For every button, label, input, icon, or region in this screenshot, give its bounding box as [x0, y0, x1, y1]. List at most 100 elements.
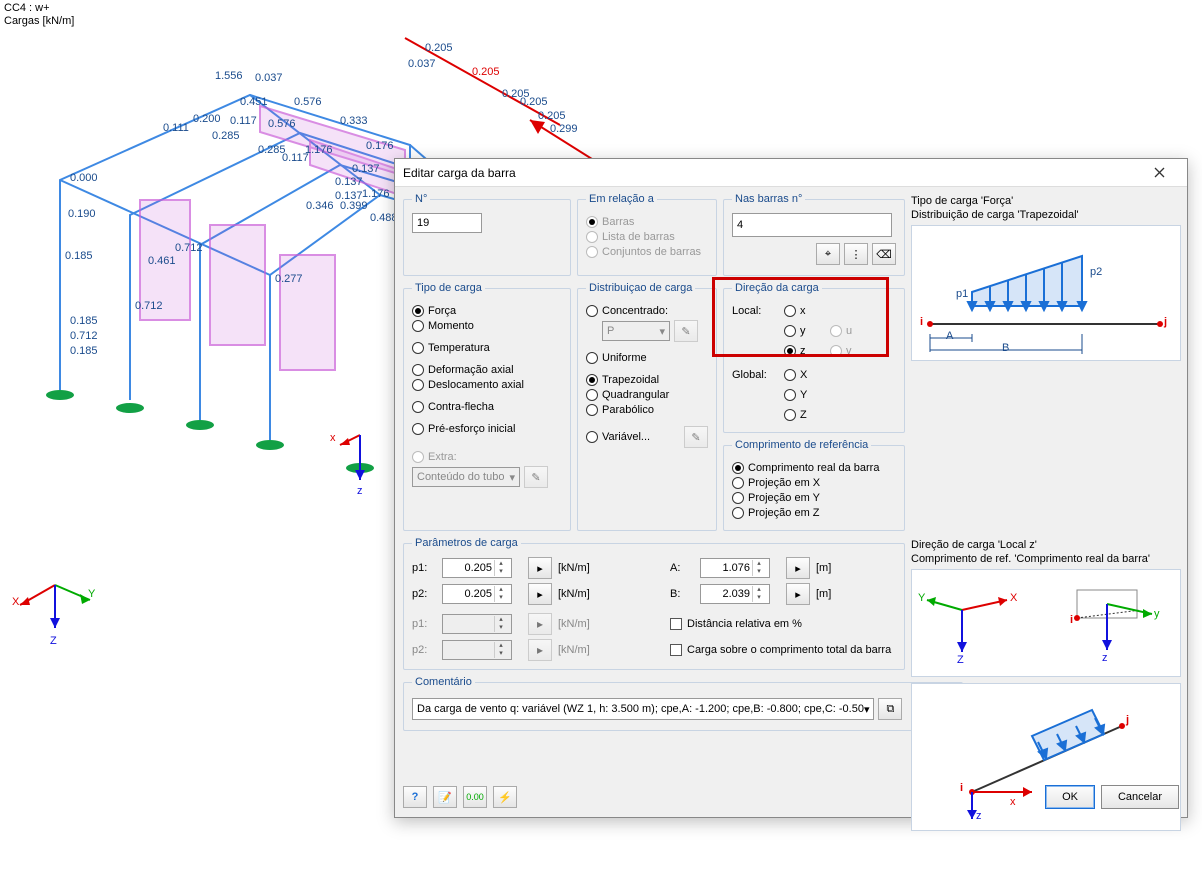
- digits-icon: 0.00: [466, 792, 484, 802]
- preview-load-diagram: p1 p2 i j A B: [911, 225, 1181, 361]
- tipo-opt-deslocamento[interactable]: Deslocamento axial: [412, 379, 562, 391]
- relative-distance-checkbox[interactable]: Distância relativa em %: [670, 618, 896, 630]
- p2b-calc-button: ▸: [528, 639, 552, 661]
- spin-up-icon[interactable]: ▴: [495, 560, 507, 568]
- nas-barras-input[interactable]: [732, 213, 892, 237]
- numero-group: N°: [403, 193, 571, 276]
- chevron-right-icon: ▸: [537, 562, 543, 575]
- dist-opt-uniforme[interactable]: Uniforme: [586, 352, 708, 364]
- p2b-label: p2:: [412, 644, 436, 656]
- help-button[interactable]: ?: [403, 786, 427, 808]
- ok-button[interactable]: OK: [1045, 785, 1095, 809]
- dist-opt-variavel[interactable]: Variável...: [586, 431, 650, 443]
- spin-down-icon[interactable]: ▾: [753, 568, 765, 576]
- A-unit: [m]: [816, 562, 856, 574]
- edit-note-button[interactable]: 📝: [433, 786, 457, 808]
- spin-up-icon[interactable]: ▴: [753, 560, 765, 568]
- axis-x-label: X: [12, 596, 19, 608]
- relacao-group: Em relação a Barras Lista de barras Conj…: [577, 193, 717, 276]
- A-calc-button[interactable]: ▸: [786, 557, 810, 579]
- spin-down-icon[interactable]: ▾: [753, 594, 765, 602]
- dist-opt-concentrado[interactable]: Concentrado:: [586, 305, 708, 317]
- nas-barras-label: Nas barras n°: [732, 193, 805, 205]
- tipo-opt-momento[interactable]: Momento: [412, 320, 562, 332]
- full-length-checkbox[interactable]: Carga sobre o comprimento total da barra: [670, 644, 896, 656]
- direcao-global-label: Global:: [732, 369, 778, 381]
- copy-icon: ⧉: [887, 703, 895, 716]
- axis-z-label: Z: [50, 635, 57, 647]
- p2-input[interactable]: 0.205▴▾: [442, 584, 512, 604]
- comentario-copy-button[interactable]: ⧉: [878, 698, 902, 720]
- cancel-button[interactable]: Cancelar: [1101, 785, 1179, 809]
- wrench-icon: ✎: [531, 471, 540, 484]
- pick-multi-button[interactable]: ⋮: [844, 243, 868, 265]
- dir-global-z[interactable]: Z: [784, 409, 824, 421]
- dialog-titlebar[interactable]: Editar carga da barra: [395, 159, 1187, 187]
- note-icon: 📝: [438, 791, 452, 804]
- preview-bottom-l1: Direção de carga 'Local z': [911, 537, 1181, 553]
- B-label: B:: [670, 588, 694, 600]
- dir-global-y[interactable]: Y: [784, 389, 824, 401]
- preview-top-l2: Distribuição de carga 'Trapezoidal': [911, 209, 1181, 225]
- tipo-opt-contraflecha[interactable]: Contra-flecha: [412, 401, 562, 413]
- chevron-down-icon: ▾: [509, 471, 515, 484]
- p2-unit: [kN/m]: [558, 588, 618, 600]
- p1-label: p1:: [412, 562, 436, 574]
- params-group: Parâmetros de carga p1: 0.205▴▾ ▸ [kN/m]…: [403, 537, 905, 670]
- A-label: A:: [670, 562, 694, 574]
- params-label: Parâmetros de carga: [412, 537, 521, 549]
- pick-beam-button[interactable]: ⌖: [816, 243, 840, 265]
- spin-up-icon[interactable]: ▴: [495, 586, 507, 594]
- relacao-opt-lista: Lista de barras: [586, 231, 708, 243]
- tipo-opt-temperatura[interactable]: Temperatura: [412, 342, 562, 354]
- tipo-opt-deformacao[interactable]: Deformação axial: [412, 364, 562, 376]
- dir-global-x[interactable]: X: [784, 369, 824, 381]
- p1-calc-button[interactable]: ▸: [528, 557, 552, 579]
- p1b-input: ▴▾: [442, 614, 512, 634]
- variavel-edit-button: ✎: [684, 426, 708, 448]
- comentario-label: Comentário: [412, 676, 475, 688]
- tipo-carga-group: Tipo de carga Força Momento Temperatura …: [403, 282, 571, 531]
- bolt-button[interactable]: ⚡: [493, 786, 517, 808]
- chevron-down-icon: ▾: [864, 703, 870, 716]
- numero-label: N°: [412, 193, 430, 205]
- cursor-icon: ⌖: [825, 248, 831, 261]
- chevron-right-icon: ▸: [795, 562, 801, 575]
- numero-input[interactable]: [412, 213, 482, 233]
- preview-top-l1: Tipo de carga 'Força': [911, 193, 1181, 209]
- dist-opt-quadrangular[interactable]: Quadrangular: [586, 389, 708, 401]
- spin-down-icon[interactable]: ▾: [495, 568, 507, 576]
- B-calc-button[interactable]: ▸: [786, 583, 810, 605]
- extra-combo: Conteúdo do tubo▾: [412, 467, 520, 487]
- p1b-unit: [kN/m]: [558, 618, 618, 630]
- comentario-combo[interactable]: Da carga de vento q: variável (WZ 1, h: …: [412, 698, 874, 720]
- dist-opt-parabolico[interactable]: Parabólico: [586, 404, 708, 416]
- numeric-button[interactable]: 0.00: [463, 786, 487, 808]
- B-input[interactable]: 2.039▴▾: [700, 584, 770, 604]
- p1-input[interactable]: 0.205▴▾: [442, 558, 512, 578]
- viewport-label-line2: Cargas [kN/m]: [4, 15, 74, 27]
- compref-projz[interactable]: Projeção em Z: [732, 507, 896, 519]
- compref-real[interactable]: Comprimento real da barra: [732, 462, 896, 474]
- tipo-opt-forca[interactable]: Força: [412, 305, 562, 317]
- p2b-input: ▴▾: [442, 640, 512, 660]
- spin-up-icon[interactable]: ▴: [753, 586, 765, 594]
- chevron-right-icon: ▸: [537, 588, 543, 601]
- p2-calc-button[interactable]: ▸: [528, 583, 552, 605]
- close-button[interactable]: [1139, 160, 1179, 186]
- nas-barras-group: Nas barras n° ⌖ ⋮ ⌫: [723, 193, 905, 276]
- dist-opt-trapezoidal[interactable]: Trapezoidal: [586, 374, 708, 386]
- p2-label: p2:: [412, 588, 436, 600]
- highlight-direcao-local: [712, 277, 889, 357]
- eraser-icon: ⌫: [876, 248, 892, 261]
- chevron-down-icon: ▾: [659, 325, 665, 338]
- compref-projy[interactable]: Projeção em Y: [732, 492, 896, 504]
- tipo-carga-label: Tipo de carga: [412, 282, 485, 294]
- A-input[interactable]: 1.076▴▾: [700, 558, 770, 578]
- tipo-opt-preesforco[interactable]: Pré-esforço inicial: [412, 423, 562, 435]
- tipo-opt-extra: Extra:: [412, 451, 562, 463]
- clear-selection-button[interactable]: ⌫: [872, 243, 896, 265]
- comentario-group: Comentário Da carga de vento q: variável…: [403, 676, 963, 731]
- compref-projx[interactable]: Projeção em X: [732, 477, 896, 489]
- spin-down-icon[interactable]: ▾: [495, 594, 507, 602]
